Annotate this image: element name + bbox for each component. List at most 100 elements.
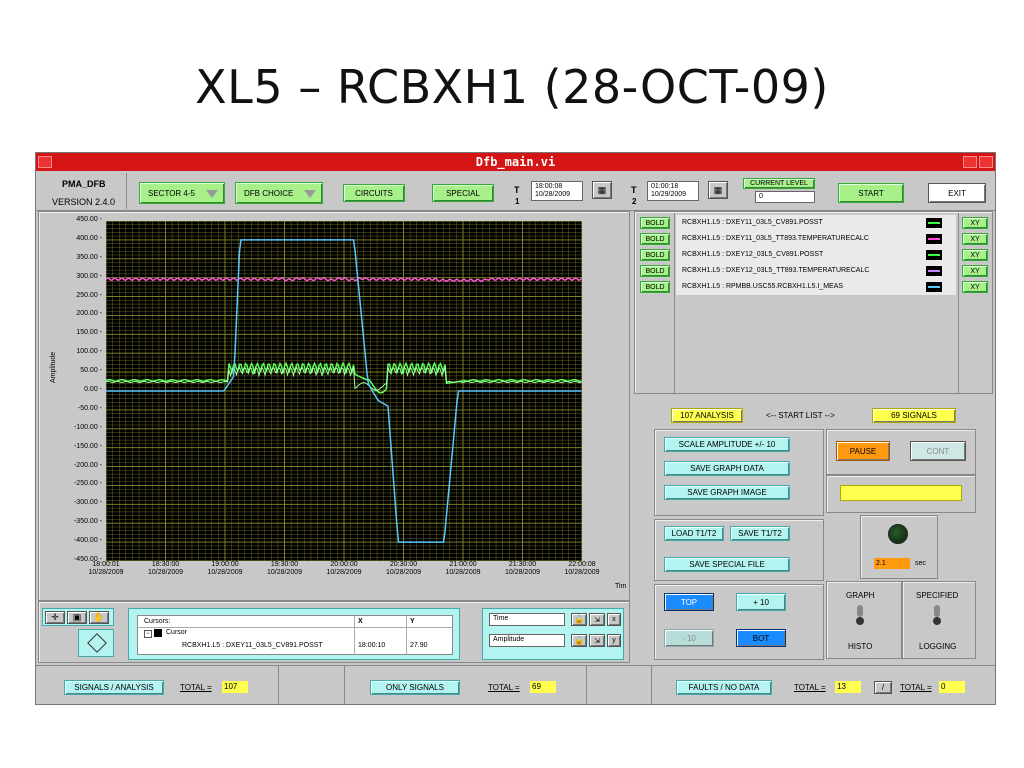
line-style-icon[interactable] [926,218,942,228]
calendar-icon[interactable]: ▦ [592,181,612,199]
signal-plot[interactable] [106,221,582,561]
bold-toggle[interactable]: BOLD [640,265,670,277]
y-axis-ticks: 450.00 - 400.00 - 350.00 - 300.00 - 250.00 -… [62,216,106,567]
total3-value: 13 [835,681,861,693]
cursor-x-value: 18:00:10 [358,642,386,649]
load-t1t2-button[interactable]: LOAD T1/T2 [664,526,724,541]
slash-button[interactable]: / [874,681,892,694]
y-tick-label: -50.00 - [77,404,102,412]
calendar-icon[interactable]: ▦ [708,181,728,199]
scale-legend: Time 🔓 ⇲ x Amplitude 🔓 ⇲ y [482,608,624,660]
line-style-icon[interactable] [926,234,942,244]
graph-tools-palette: ✛ ▣ ✋ [42,608,114,626]
x-tick-label: 21:30:00 10/28/2009 [504,561,541,576]
xy-toggle[interactable]: XY [962,217,988,229]
cursor-y-header: Y [410,618,415,625]
y-tick-label: 100.00 - [76,348,102,356]
dfb-choice-dropdown[interactable]: DFB CHOICE [235,182,323,204]
cursor-move-pad[interactable] [78,629,114,657]
amplitude-scale-name: Amplitude [489,634,565,647]
chevron-down-icon [304,190,316,198]
y-tick-label: -100.00 - [73,423,102,431]
minimize-icon[interactable] [963,156,977,168]
t2-field[interactable]: 01:00:18 10/29/2009 [647,181,699,201]
bold-toggle[interactable]: BOLD [640,249,670,261]
x-tick-label: 22:00:08 10/28/2009 [564,561,600,576]
cursor-name: Cursor [166,629,188,636]
start-button[interactable]: START [838,183,904,203]
slide-title: XL5 – RCBXH1 (28-OCT-09) [195,60,829,114]
format-x-icon[interactable]: x [607,613,621,626]
signal-name[interactable]: RCBXH1.L5 : DXEY11_03L5_TT893.TEMPERATUR… [676,231,956,247]
pause-button[interactable]: PAUSE [836,441,890,461]
delay-input[interactable]: 2.1 [874,558,910,569]
signal-name[interactable]: RCBXH1.L5 : DXEY12_03L5_TT893.TEMPERATUR… [676,263,956,279]
bot-button[interactable]: BOT [736,629,786,647]
window-title: Dfb_main.vi [475,155,556,169]
line-style-icon[interactable] [926,250,942,260]
special-button[interactable]: SPECIAL [432,184,494,202]
bold-toggle[interactable]: BOLD [640,233,670,245]
line-style-icon[interactable] [926,282,942,292]
xy-toggle[interactable]: XY [962,249,988,261]
signal-name[interactable]: RCBXH1.L5 : DXEY11_03L5_CV891.POSST [676,215,956,231]
cursors-header: Cursors: [144,618,171,625]
sector-dropdown[interactable]: SECTOR 4-5 [139,182,225,204]
faults-no-data-button[interactable]: FAULTS / NO DATA [676,680,772,695]
crosshair-tool-icon[interactable]: ✛ [45,611,65,624]
save-special-file-button[interactable]: SAVE SPECIAL FILE [664,557,790,572]
plus10-button[interactable]: + 10 [736,593,786,611]
signal-name[interactable]: RCBXH1.L5 : RPMBB.USC55.RCBXH1.L5.I_MEAS [676,279,956,295]
status-indicator [840,485,962,501]
signals-analysis-button[interactable]: SIGNALS / ANALYSIS [64,680,164,695]
y-tick-label: -150.00 - [73,442,102,450]
y-tick-label: -300.00 - [73,499,102,507]
y-tick-label: -350.00 - [73,518,102,526]
save-t1t2-button[interactable]: SAVE T1/T2 [730,526,790,541]
total2-value: 69 [530,681,556,693]
close-icon[interactable] [979,156,993,168]
current-level-input[interactable]: 0 [755,191,815,203]
collapse-icon[interactable]: − [144,630,152,638]
xy-toggle[interactable]: XY [962,281,988,293]
format-y-icon[interactable]: y [607,634,621,647]
y-tick-label: -200.00 - [73,461,102,469]
exit-button[interactable]: EXIT [928,183,986,203]
labview-window: Dfb_main.vi PMA_DFB VERSION 2.4.0 SECTOR… [35,152,996,705]
save-graph-image-button[interactable]: SAVE GRAPH IMAGE [664,485,790,500]
bold-toggle[interactable]: BOLD [640,217,670,229]
specified-label: SPECIFIED [916,591,959,600]
xy-toggle[interactable]: XY [962,233,988,245]
scale-amplitude-button[interactable]: SCALE AMPLITUDE +/- 10 [664,437,790,452]
signal-name[interactable]: RCBXH1.L5 : DXEY12_03L5_CV891.POSST [676,247,956,263]
y-tick-label: 450.00 - [76,216,102,223]
only-signals-button[interactable]: ONLY SIGNALS [370,680,460,695]
window-menu-icon[interactable] [38,156,52,168]
app-name: PMA_DFB [62,179,106,189]
cont-button[interactable]: CONT [910,441,966,461]
save-graph-data-button[interactable]: SAVE GRAPH DATA [664,461,790,476]
top-button[interactable]: TOP [664,593,714,611]
autoscale-x-icon[interactable]: ⇲ [589,613,605,626]
t1-field[interactable]: 18:00:08 10/28/2009 [531,181,583,201]
y-axis-label: Amplitude [50,351,57,383]
x-axis-ticks: 18:00:01 10/28/2009 18:30:00 10/28/2009 19:0… [76,561,616,581]
t2-sub: 2 [632,197,637,206]
minus10-button[interactable]: - 10 [664,629,714,647]
t1-sub: 1 [515,197,520,206]
lock-icon[interactable]: 🔓 [571,634,587,647]
autoscale-y-icon[interactable]: ⇲ [589,634,605,647]
zoom-tool-icon[interactable]: ▣ [67,611,87,624]
y-tick-label: 300.00 - [76,272,102,280]
line-style-icon[interactable] [926,266,942,276]
pan-tool-icon[interactable]: ✋ [89,611,109,624]
status-led [888,524,908,544]
circuits-button[interactable]: CIRCUITS [343,184,405,202]
total4-value: 0 [939,681,965,693]
specified-logging-toggle[interactable] [933,605,941,625]
graph-histo-toggle[interactable] [856,605,864,625]
chevron-down-icon [206,190,218,198]
xy-toggle[interactable]: XY [962,265,988,277]
lock-icon[interactable]: 🔓 [571,613,587,626]
bold-toggle[interactable]: BOLD [640,281,670,293]
